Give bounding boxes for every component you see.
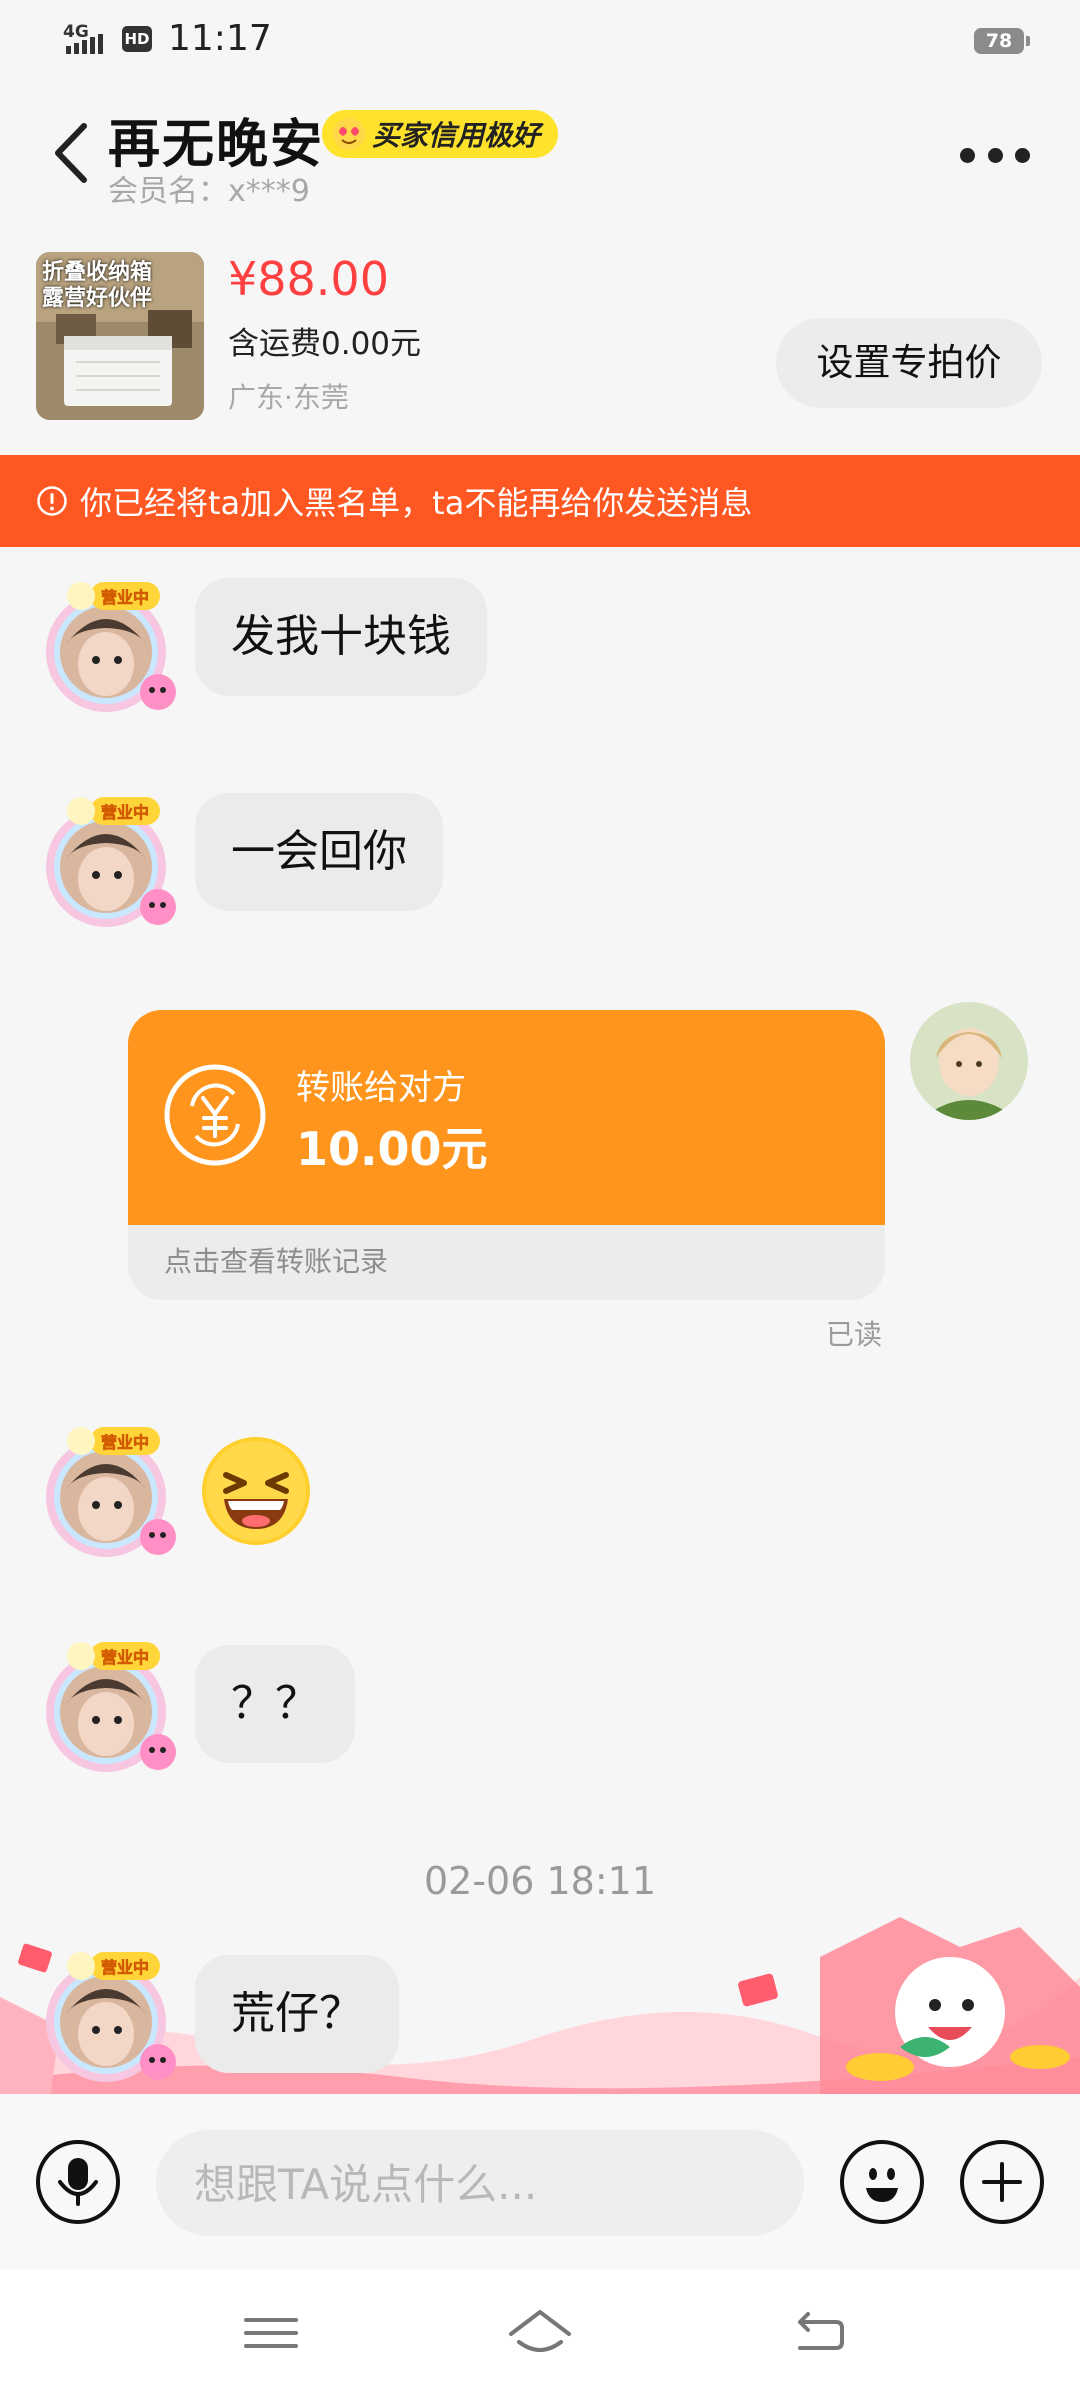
credit-badge-label: 买家信用极好	[372, 119, 541, 152]
transfer-card-header: 转账给对方 10.00元	[128, 1010, 885, 1225]
smiley-icon	[866, 2168, 898, 2202]
warning-icon	[37, 486, 67, 516]
home-icon[interactable]	[505, 2298, 575, 2368]
system-navigation-bar	[0, 2270, 1080, 2400]
network-type: 4G	[63, 22, 89, 42]
credit-badge[interactable]: 买家信用极好	[322, 110, 559, 158]
shipping-info: 含运费0.00元	[228, 326, 422, 362]
message-input[interactable]	[192, 2130, 776, 2238]
product-card[interactable]: 折叠收纳箱 露营好伙伴 ¥88.00 含运费0.00元 广东·东莞 设置专拍价	[0, 210, 1080, 455]
input-bar	[0, 2094, 1080, 2270]
svg-text:营业中: 营业中	[101, 588, 149, 607]
heart-eyes-emoji-icon	[333, 118, 365, 150]
product-location: 广东·东莞	[228, 381, 349, 414]
plus-icon	[982, 2162, 1022, 2202]
transfer-record-link[interactable]: 点击查看转账记录	[164, 1240, 388, 1280]
contact-avatar[interactable]: 营业中	[36, 572, 186, 722]
set-special-price-button[interactable]: 设置专拍价	[776, 318, 1042, 408]
message-bubble[interactable]: ？？	[195, 1645, 355, 1763]
svg-text:营业中: 营业中	[101, 803, 149, 822]
clock: 11:17	[168, 18, 272, 59]
message-bubble[interactable]: 一会回你	[195, 793, 443, 911]
emoji-button[interactable]	[840, 2140, 924, 2224]
member-id: 会员名：x***9	[108, 174, 310, 209]
signal-icon: 4G	[60, 22, 110, 58]
add-more-button[interactable]	[960, 2140, 1044, 2224]
read-receipt: 已读	[826, 1318, 883, 1351]
chat-messages[interactable]: 营业中 发我十块钱 营业中 一会回你 转账给对方 10.00元 点击查看转账记录…	[0, 547, 1080, 2094]
status-bar: 4G HD 11:17 78	[0, 0, 1080, 80]
back-nav-icon[interactable]	[786, 2298, 856, 2368]
blacklist-banner: 你已经将ta加入黑名单，ta不能再给你发送消息	[0, 455, 1080, 547]
transfer-card[interactable]: 转账给对方 10.00元 点击查看转账记录	[128, 1010, 885, 1300]
message-timestamp: 02-06 18:11	[423, 1859, 656, 1903]
more-options-icon[interactable]	[960, 140, 1030, 170]
transfer-label: 转账给对方	[296, 1068, 466, 1108]
microphone-icon	[58, 2158, 98, 2206]
thumbnail-caption: 折叠收纳箱 露营好伙伴	[42, 260, 153, 311]
back-arrow-icon[interactable]	[46, 118, 96, 188]
yuan-transfer-icon	[164, 1064, 266, 1166]
message-bubble[interactable]: 荒仔？	[195, 1955, 399, 2073]
transfer-amount: 10.00元	[296, 1122, 488, 1176]
contact-avatar[interactable]: 营业中	[36, 1417, 186, 1567]
battery-indicator: 78	[974, 28, 1030, 54]
menu-icon[interactable]	[236, 2298, 306, 2368]
my-avatar[interactable]	[910, 1002, 1028, 1120]
message-input-field[interactable]	[156, 2130, 804, 2238]
contact-avatar[interactable]: 营业中	[36, 1942, 186, 2092]
svg-text:营业中: 营业中	[101, 1433, 149, 1452]
product-price: ¥88.00	[228, 252, 389, 306]
chat-header: 再无晚安 买家信用极好 会员名：x***9	[0, 80, 1080, 210]
contact-avatar[interactable]: 营业中	[36, 1632, 186, 1782]
laughing-emoji-icon[interactable]	[200, 1435, 312, 1547]
product-thumbnail[interactable]: 折叠收纳箱 露营好伙伴	[36, 252, 204, 420]
hd-icon: HD	[122, 26, 152, 52]
svg-text:营业中: 营业中	[101, 1648, 149, 1667]
message-bubble[interactable]: 发我十块钱	[195, 578, 487, 696]
voice-button[interactable]	[36, 2140, 120, 2224]
contact-avatar[interactable]: 营业中	[36, 787, 186, 937]
blacklist-message: 你已经将ta加入黑名单，ta不能再给你发送消息	[80, 484, 753, 522]
svg-text:营业中: 营业中	[101, 1958, 149, 1977]
